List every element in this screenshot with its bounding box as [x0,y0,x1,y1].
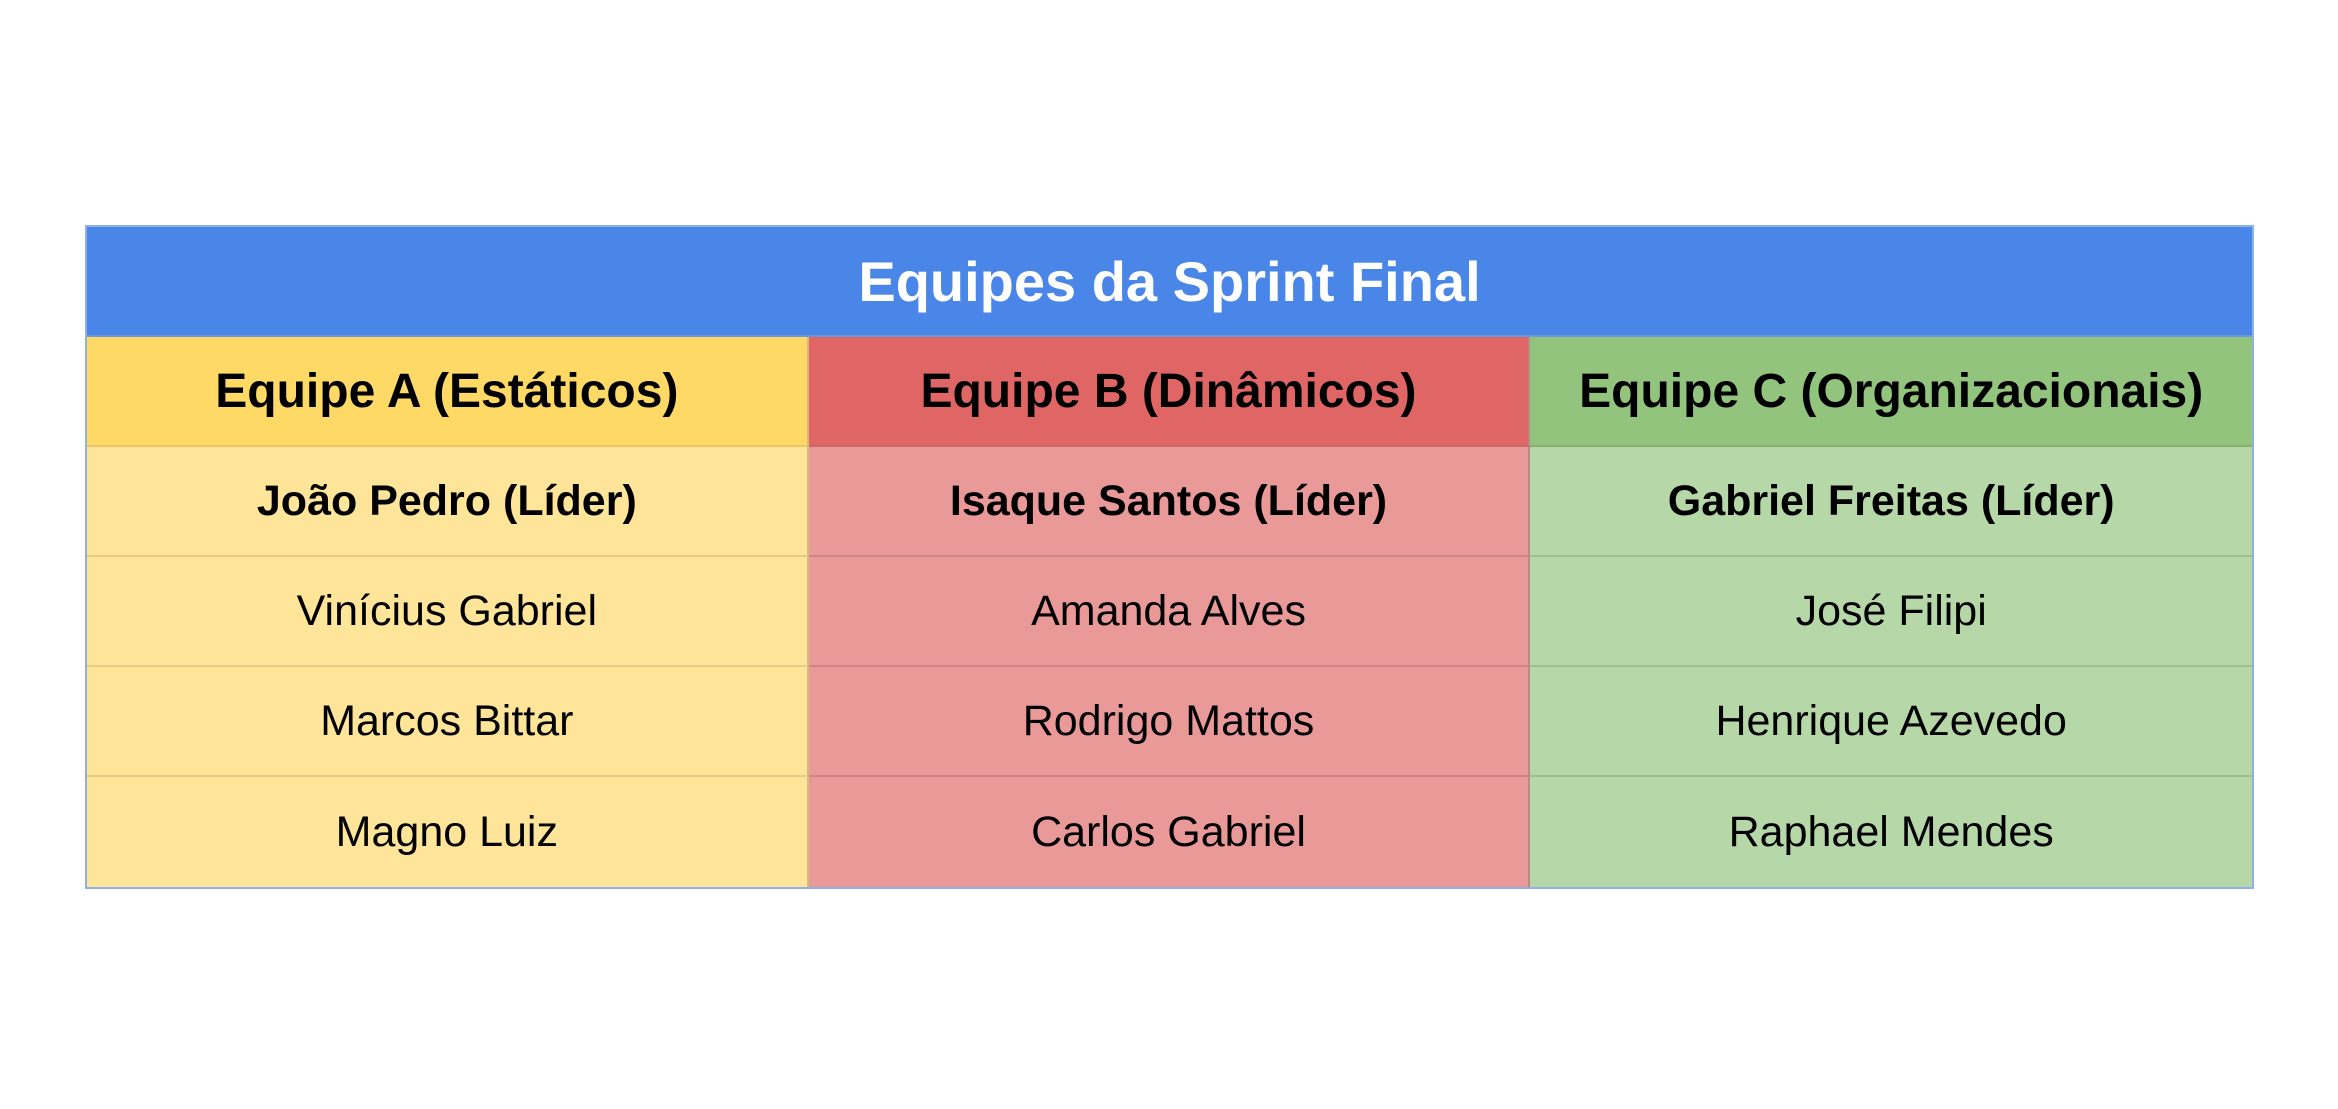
team-a-header: Equipe A (Estáticos) [87,337,809,447]
team-c-member: José Filipi [1530,557,2253,667]
team-a-column: Equipe A (Estáticos) João Pedro (Líder) … [87,337,809,887]
table-title: Equipes da Sprint Final [87,227,2252,337]
team-b-member: Amanda Alves [808,557,1531,667]
team-b-leader: Isaque Santos (Líder) [808,447,1531,557]
team-c-column: Equipe C (Organizacionais) Gabriel Freit… [1530,337,2253,887]
team-c-member: Henrique Azevedo [1530,667,2253,777]
teams-table: Equipes da Sprint Final Equipe A (Estáti… [85,225,2254,889]
team-c-header: Equipe C (Organizacionais) [1530,337,2253,447]
team-b-header: Equipe B (Dinâmicos) [808,337,1531,447]
team-a-member: Vinícius Gabriel [87,557,809,667]
team-b-member: Rodrigo Mattos [808,667,1531,777]
team-c-leader: Gabriel Freitas (Líder) [1530,447,2253,557]
team-a-member: Marcos Bittar [87,667,809,777]
teams-grid: Equipe A (Estáticos) João Pedro (Líder) … [87,337,2253,887]
team-b-member: Carlos Gabriel [808,777,1531,887]
team-b-column: Equipe B (Dinâmicos) Isaque Santos (Líde… [808,337,1531,887]
team-c-member: Raphael Mendes [1530,777,2253,887]
team-a-leader: João Pedro (Líder) [87,447,809,557]
team-a-member: Magno Luiz [87,777,809,887]
